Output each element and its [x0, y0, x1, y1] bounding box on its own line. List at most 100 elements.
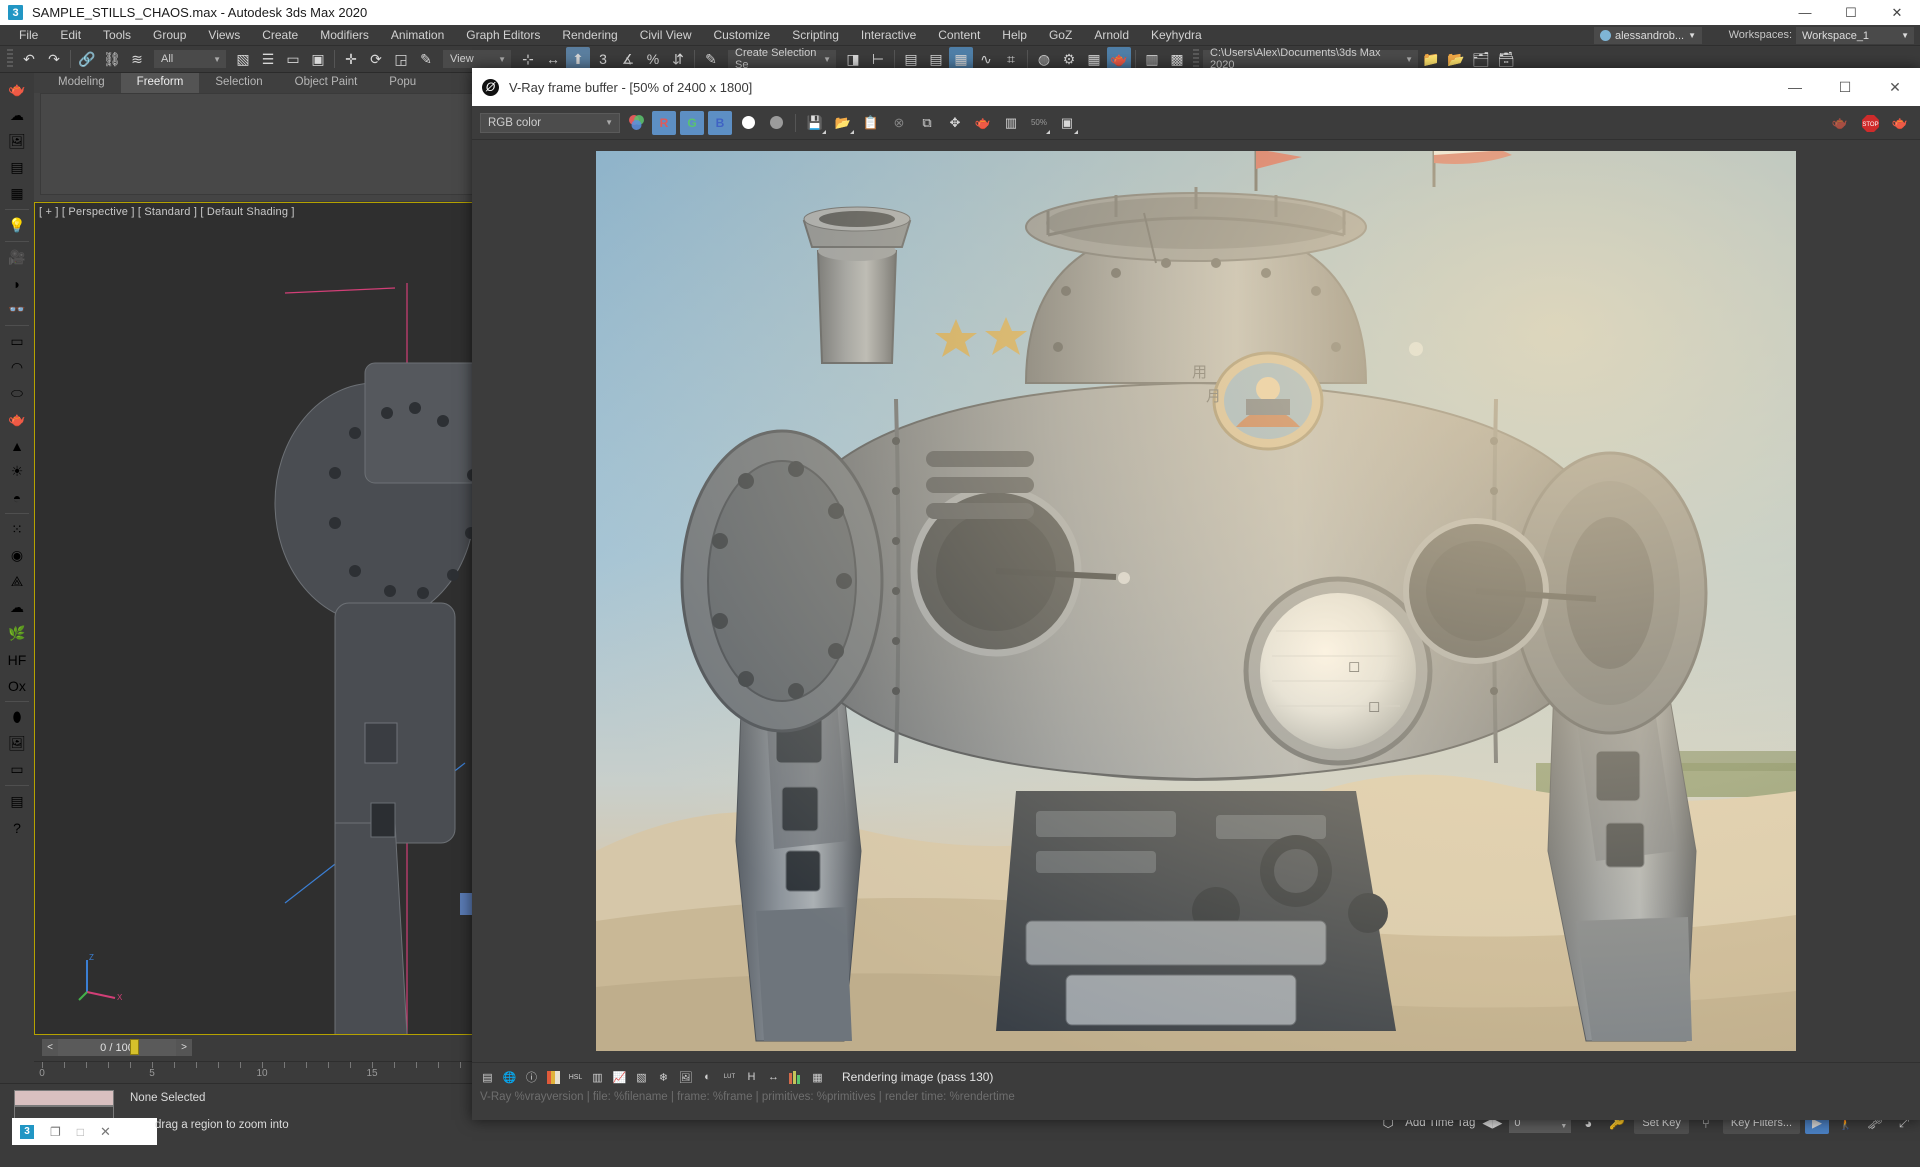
vfb-title-bar[interactable]: Ø V-Ray frame buffer - [50% of 2400 x 18… — [472, 68, 1920, 106]
track-mouse-while-rendering-icon[interactable]: ✥ — [943, 111, 967, 135]
vray-cloud-icon[interactable]: ☁ — [4, 103, 30, 128]
curve-icon[interactable]: 📈 — [610, 1068, 629, 1087]
vray-hair-icon[interactable]: HF — [4, 647, 30, 672]
select-and-rotate-button[interactable]: ⟳ — [364, 47, 388, 71]
ribbon-tab-object-paint[interactable]: Object Paint — [279, 73, 374, 93]
duplicate-to-max-frame-buffer-icon[interactable]: ⧉ — [915, 111, 939, 135]
vray-ambient-light-icon[interactable]: ◓ — [4, 485, 30, 510]
user-account-menu[interactable]: alessandrob... ▼ — [1594, 27, 1702, 44]
vray-metaball-icon[interactable]: ◉ — [4, 543, 30, 568]
lut-icon[interactable]: LUT — [720, 1068, 739, 1087]
vray-render-region-icon[interactable]: ▭ — [4, 757, 30, 782]
current-frame-display[interactable]: 0 / 100 — [58, 1039, 176, 1056]
vfb-close-button[interactable]: ✕ — [1870, 68, 1920, 106]
menu-item-group[interactable]: Group — [142, 26, 197, 44]
menu-item-tools[interactable]: Tools — [92, 26, 142, 44]
blue-channel-icon[interactable]: B — [708, 111, 732, 135]
bind-to-space-warp-button[interactable]: ≋ — [125, 47, 149, 71]
menu-item-goz[interactable]: GoZ — [1038, 26, 1083, 44]
vray-light-lister-icon[interactable]: 💡 — [4, 213, 30, 238]
toolbar-grip[interactable] — [1193, 49, 1199, 69]
clipboard-copy-icon[interactable]: 📋 — [859, 111, 883, 135]
select-and-scale-button[interactable]: ◲ — [389, 47, 413, 71]
region-render-icon[interactable]: ▣ — [1055, 111, 1079, 135]
white-balance-icon[interactable]: ❄ — [654, 1068, 673, 1087]
prev-frame-button[interactable]: < — [42, 1039, 58, 1056]
vray-stereo-icon[interactable]: 👓 — [4, 297, 30, 322]
vray-scene-converter-icon[interactable]: ▤ — [4, 789, 30, 814]
render-last-icon[interactable]: 🫖 — [971, 111, 995, 135]
vfb-minimize-button[interactable]: — — [1770, 68, 1820, 106]
redo-button[interactable]: ↷ — [42, 47, 66, 71]
icc-icon[interactable]: ▦ — [808, 1068, 827, 1087]
vray-dome-light-icon[interactable]: ◠ — [4, 355, 30, 380]
vray-asset-editor-icon[interactable]: ▦ — [4, 181, 30, 206]
green-channel-icon[interactable]: G — [680, 111, 704, 135]
maximize-button[interactable]: ☐ — [1828, 0, 1874, 25]
render-last-teapot-icon[interactable]: 🫖 — [1828, 111, 1852, 135]
ribbon-tab-modeling[interactable]: Modeling — [42, 73, 121, 93]
rendered-image[interactable]: 用月 ◻◻ — [596, 151, 1796, 1051]
menu-item-keyhydra[interactable]: Keyhydra — [1140, 26, 1213, 44]
toolbar-grip[interactable] — [7, 49, 13, 69]
vray-help-icon[interactable]: ? — [4, 815, 30, 840]
vfb-maximize-button[interactable]: ☐ — [1820, 68, 1870, 106]
menu-item-edit[interactable]: Edit — [49, 26, 92, 44]
menu-item-file[interactable]: File — [8, 26, 49, 44]
menu-item-modifiers[interactable]: Modifiers — [309, 26, 380, 44]
perspective-viewport[interactable]: [ + ] [ Perspective ] [ Standard ] [ Def… — [34, 202, 486, 1035]
vray-physical-camera-icon[interactable]: 🎥 — [4, 245, 30, 270]
color-corrections-icon[interactable]: ▤ — [478, 1068, 497, 1087]
vray-occlusion-icon[interactable]: Ox — [4, 673, 30, 698]
select-object-button[interactable]: ▧ — [231, 47, 255, 71]
time-slider-playhead[interactable] — [130, 1039, 139, 1055]
vray-mesh-light-icon[interactable]: 🫖 — [4, 407, 30, 432]
lens-effects-icon[interactable]: ◐ — [698, 1068, 717, 1087]
unlink-selection-button[interactable]: ⛓ — [100, 47, 124, 71]
red-channel-icon[interactable]: R — [652, 111, 676, 135]
select-and-move-button[interactable]: ✛ — [339, 47, 363, 71]
ribbon-tab-freeform[interactable]: Freeform — [121, 73, 200, 93]
menu-item-rendering[interactable]: Rendering — [551, 26, 628, 44]
hue-icon[interactable]: H — [742, 1068, 761, 1087]
color-mapping-icon[interactable]: 🌐 — [500, 1068, 519, 1087]
monochrome-icon[interactable] — [764, 111, 788, 135]
project-path-select[interactable]: C:\Users\Alex\Documents\3ds Max 2020 ▼ — [1203, 50, 1418, 68]
window-crossing-button[interactable]: ▣ — [306, 47, 330, 71]
levels-icon[interactable]: ▧ — [632, 1068, 651, 1087]
background-image-icon[interactable]: 🖼 — [676, 1068, 695, 1087]
menu-item-views[interactable]: Views — [197, 26, 251, 44]
vray-fur-icon[interactable]: 🌿 — [4, 621, 30, 646]
maxscript-mini-listener-output[interactable] — [14, 1090, 114, 1106]
start-render-teapot-icon[interactable]: 🫖 — [1888, 111, 1912, 135]
vray-teapot-render-icon[interactable]: 🫖 — [4, 77, 30, 102]
menu-item-arnold[interactable]: Arnold — [1083, 26, 1140, 44]
menu-item-animation[interactable]: Animation — [380, 26, 455, 44]
hsl-icon[interactable]: HSL — [566, 1068, 585, 1087]
vray-frame-buffer-icon[interactable]: 🖼 — [4, 129, 30, 154]
exposure-icon[interactable] — [544, 1068, 563, 1087]
menu-item-interactive[interactable]: Interactive — [850, 26, 927, 44]
color-balance-icon[interactable]: ▥ — [588, 1068, 607, 1087]
viewport-label[interactable]: [ + ] [ Perspective ] [ Standard ] [ Def… — [39, 206, 295, 218]
rectangular-selection-region-button[interactable]: ▭ — [281, 47, 305, 71]
vfb-channel-select[interactable]: RGB color ▼ — [480, 113, 620, 133]
load-image-icon[interactable]: 📂 — [831, 111, 855, 135]
ribbon-tab-populate[interactable]: Popu — [373, 73, 432, 93]
menu-item-help[interactable]: Help — [991, 26, 1038, 44]
select-by-name-button[interactable]: ☰ — [256, 47, 280, 71]
vray-material-preview-icon[interactable]: ⬮ — [4, 705, 30, 730]
taskbar-preview-popup[interactable]: 3 ❐ □ ✕ — [12, 1118, 157, 1145]
menu-item-customize[interactable]: Customize — [703, 26, 782, 44]
horizontal-flip-icon[interactable]: ↔ — [764, 1068, 783, 1087]
menu-item-graph-editors[interactable]: Graph Editors — [455, 26, 551, 44]
minimize-button[interactable]: — — [1782, 0, 1828, 25]
vray-sun-icon[interactable]: ☀ — [4, 459, 30, 484]
histogram-icon[interactable] — [786, 1068, 805, 1087]
force-color-clamping-icon[interactable] — [624, 111, 648, 135]
stop-render-icon[interactable]: STOP — [1858, 111, 1882, 135]
vray-material-editor-icon[interactable]: 🖼 — [4, 731, 30, 756]
vray-plane-light-icon[interactable]: ▭ — [4, 329, 30, 354]
zoom-50-percent-icon[interactable]: 50% — [1027, 111, 1051, 135]
vray-dome-camera-icon[interactable]: ◗ — [4, 271, 30, 296]
